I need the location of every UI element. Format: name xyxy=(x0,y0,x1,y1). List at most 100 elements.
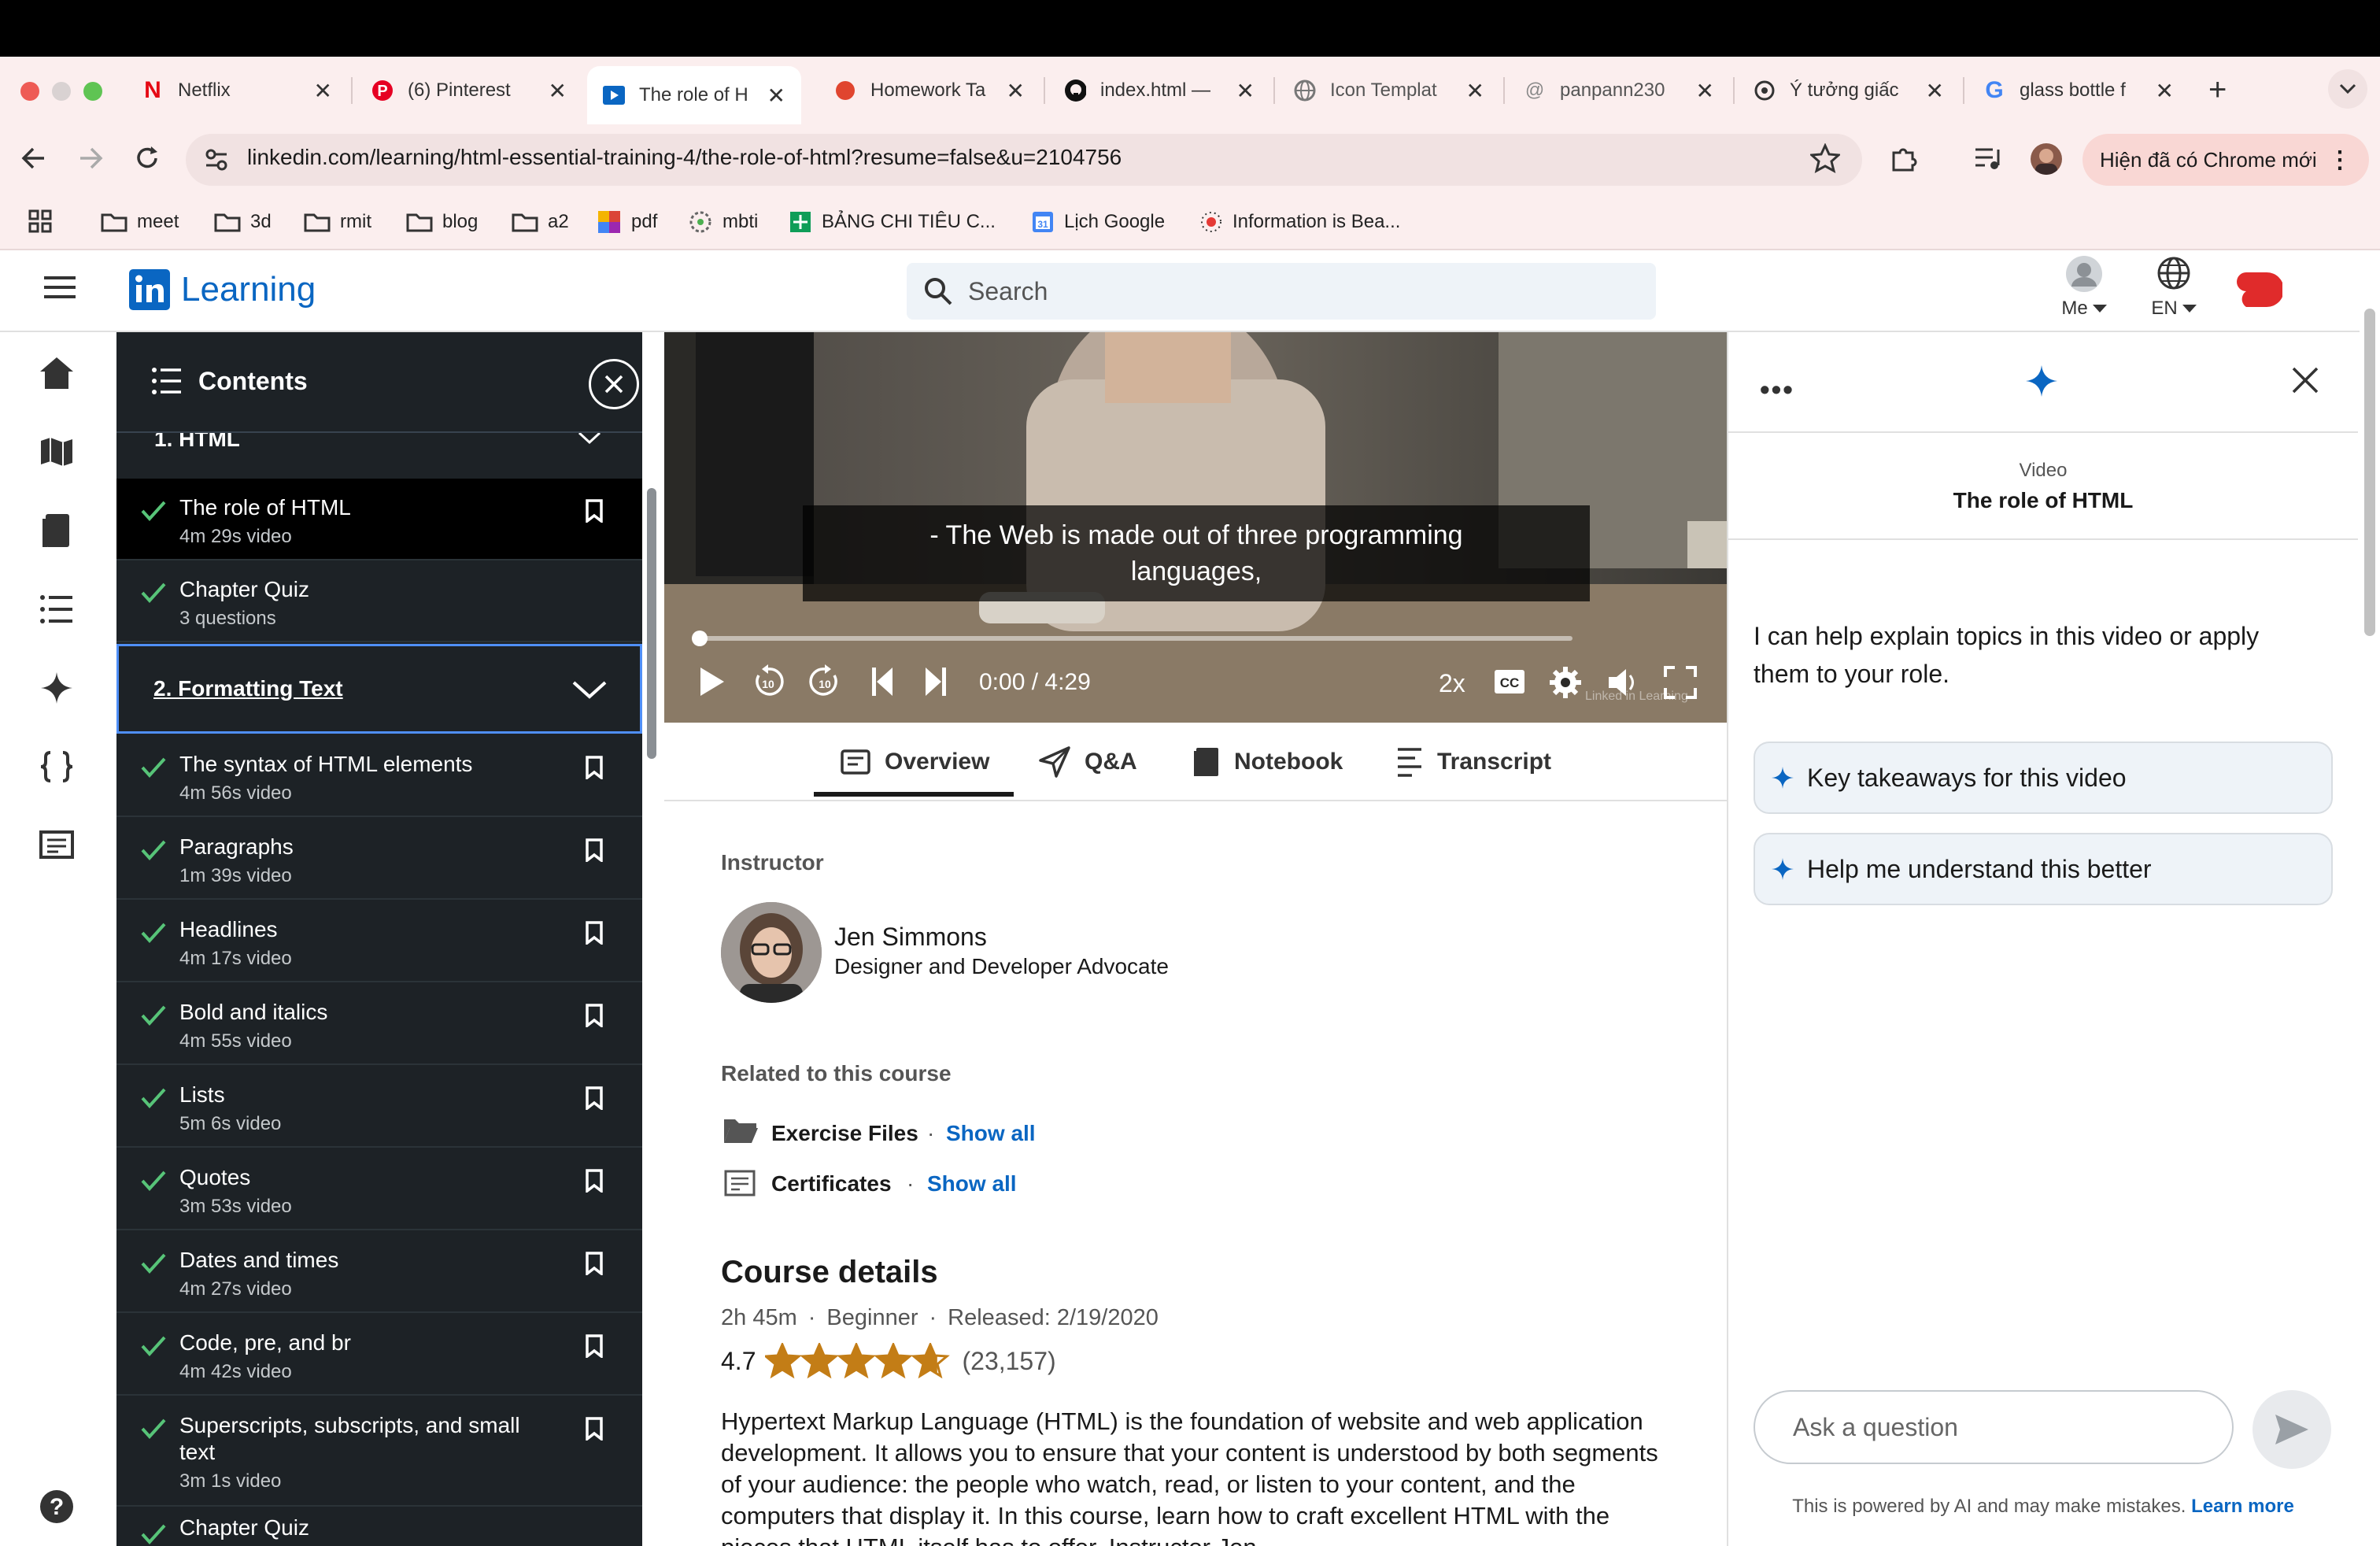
close-icon[interactable]: ✕ xyxy=(1236,78,1255,104)
apps-grid-icon[interactable] xyxy=(28,209,52,233)
contents-item[interactable]: Headlines 4m 17s video xyxy=(116,901,642,982)
bookmark-icon[interactable] xyxy=(586,1252,603,1275)
contents-item[interactable]: Quotes 3m 53s video xyxy=(116,1148,642,1230)
contents-item-active[interactable]: The role of HTML 4m 29s video xyxy=(116,479,642,560)
home-icon[interactable] xyxy=(35,351,79,395)
browser-tab[interactable]: P (6) Pinterest ✕ xyxy=(356,66,582,115)
contents-item[interactable]: Bold and italics 4m 55s video xyxy=(116,983,642,1065)
suggestion-help-understand[interactable]: Help me understand this better xyxy=(1754,833,2333,905)
help-icon[interactable]: ? xyxy=(35,1485,79,1529)
next-icon[interactable] xyxy=(924,666,948,697)
bookmark-icon[interactable] xyxy=(586,499,603,523)
site-settings-icon[interactable] xyxy=(203,146,230,173)
certificates-show-all[interactable]: Show all xyxy=(927,1171,1017,1196)
close-icon[interactable]: ✕ xyxy=(1466,78,1484,104)
list-icon[interactable] xyxy=(35,587,79,631)
play-icon[interactable] xyxy=(697,666,726,697)
captions-icon[interactable]: CC xyxy=(1494,669,1525,694)
close-contents-button[interactable] xyxy=(589,359,639,409)
playback-speed[interactable]: 2x xyxy=(1439,669,1465,698)
bookmark-icon[interactable] xyxy=(586,1417,603,1441)
instructor-avatar[interactable] xyxy=(721,902,822,1003)
chrome-update-button[interactable]: Hiện đã có Chrome mới ⋮ xyxy=(2082,134,2369,186)
send-button[interactable] xyxy=(2252,1390,2331,1469)
forward-icon[interactable] xyxy=(77,145,104,172)
contents-item[interactable]: Dates and times 4m 27s video xyxy=(116,1231,642,1313)
close-icon[interactable]: ✕ xyxy=(767,83,785,109)
tab-transcript[interactable]: Transcript xyxy=(1396,734,1551,790)
media-control-icon[interactable] xyxy=(1974,145,2004,172)
profile-avatar[interactable] xyxy=(2031,143,2062,175)
close-icon[interactable]: ✕ xyxy=(314,78,332,104)
language-menu[interactable]: EN xyxy=(2142,255,2205,327)
close-icon[interactable]: ✕ xyxy=(2156,78,2174,104)
bookmark-item[interactable]: pdf xyxy=(597,206,657,238)
search-input[interactable]: Search xyxy=(907,263,1656,320)
tab-search-button[interactable] xyxy=(2328,69,2367,109)
exercise-files-show-all[interactable]: Show all xyxy=(946,1121,1036,1146)
browser-tab[interactable]: Ý tưởng giấc ✕ xyxy=(1738,66,1960,115)
bookmark-item[interactable]: 3d xyxy=(214,206,272,238)
chapter-1-header[interactable]: 1. HTML xyxy=(116,433,642,479)
browser-tab[interactable]: Icon Templat ✕ xyxy=(1278,66,1500,115)
reload-icon[interactable] xyxy=(134,145,161,172)
me-menu[interactable]: Me xyxy=(2053,255,2116,327)
bookmark-icon[interactable] xyxy=(586,1086,603,1110)
close-ai-panel-icon[interactable] xyxy=(2292,367,2319,394)
bookmark-item[interactable]: mbti xyxy=(688,206,758,238)
extensions-icon[interactable] xyxy=(1889,143,1919,173)
bookmark-item[interactable]: a2 xyxy=(512,206,569,238)
forward-10-icon[interactable]: 10 xyxy=(809,664,841,699)
bookmark-item[interactable]: BẢNG CHI TIÊU C... xyxy=(789,206,996,238)
video-progress-handle[interactable] xyxy=(692,631,708,646)
contents-scrollbar[interactable] xyxy=(647,488,656,759)
previous-icon[interactable] xyxy=(870,666,894,697)
video-progress-track[interactable] xyxy=(692,631,1572,646)
bookmark-icon[interactable] xyxy=(586,1334,603,1358)
back-icon[interactable] xyxy=(20,145,47,172)
bookmark-item[interactable]: 31 Lịch Google xyxy=(1031,206,1165,238)
bookmark-item[interactable]: meet xyxy=(101,206,179,238)
browser-tab[interactable]: N Netflix ✕ xyxy=(126,66,348,115)
maximize-window-button[interactable] xyxy=(83,82,102,101)
bookmark-item[interactable]: blog xyxy=(406,206,478,238)
bookmark-icon[interactable] xyxy=(586,756,603,779)
code-braces-icon[interactable] xyxy=(35,745,79,789)
new-tab-button[interactable]: + xyxy=(2208,72,2227,108)
chapter-2-header[interactable]: 2. Formatting Text xyxy=(116,644,642,734)
rewind-10-icon[interactable]: 10 xyxy=(752,664,784,699)
bookmark-icon[interactable] xyxy=(586,1004,603,1027)
tab-qa[interactable]: Q&A xyxy=(1039,734,1137,790)
browser-tab[interactable]: @ panpann230 ✕ xyxy=(1508,66,1730,115)
contents-item[interactable]: The syntax of HTML elements 4m 56s video xyxy=(116,735,642,817)
browser-tab[interactable]: G glass bottle f ✕ xyxy=(1968,66,2190,115)
browser-tab-active[interactable]: The role of H ✕ xyxy=(587,66,801,124)
close-icon[interactable]: ✕ xyxy=(549,78,567,104)
browser-tab[interactable]: index.html — ✕ xyxy=(1048,66,1270,115)
bookmark-icon[interactable] xyxy=(586,921,603,945)
menu-icon[interactable] xyxy=(44,276,76,299)
certificate-icon[interactable] xyxy=(35,823,79,867)
contents-item[interactable]: Chapter Quiz 3 questions xyxy=(116,560,642,642)
map-icon[interactable] xyxy=(35,430,79,474)
bookmark-icon[interactable] xyxy=(586,1169,603,1193)
close-icon[interactable]: ✕ xyxy=(1007,78,1025,104)
tab-overview[interactable]: Overview xyxy=(841,734,989,790)
settings-gear-icon[interactable] xyxy=(1549,666,1582,699)
url-text[interactable]: linkedin.com/learning/html-essential-tra… xyxy=(247,145,1122,170)
more-options-icon[interactable]: ••• xyxy=(1760,373,1794,406)
page-scrollbar-thumb[interactable] xyxy=(2364,309,2375,636)
contents-item[interactable]: Superscripts, subscripts, and small text… xyxy=(116,1396,642,1507)
star-icon[interactable] xyxy=(1810,143,1840,173)
ask-question-input[interactable]: Ask a question xyxy=(1754,1390,2234,1464)
learn-more-link[interactable]: Learn more xyxy=(2191,1496,2294,1517)
contents-item[interactable]: Chapter Quiz xyxy=(116,1507,642,1546)
extension-badge-icon[interactable] xyxy=(2235,268,2282,312)
bookmark-item[interactable]: rmit xyxy=(304,206,371,238)
library-icon[interactable] xyxy=(35,509,79,553)
tab-notebook[interactable]: Notebook xyxy=(1193,734,1343,790)
instructor-name[interactable]: Jen Simmons xyxy=(834,923,987,952)
ai-sparkle-icon[interactable] xyxy=(35,666,79,710)
close-icon[interactable]: ✕ xyxy=(1926,78,1944,104)
bookmark-item[interactable]: Information is Bea... xyxy=(1199,206,1400,238)
